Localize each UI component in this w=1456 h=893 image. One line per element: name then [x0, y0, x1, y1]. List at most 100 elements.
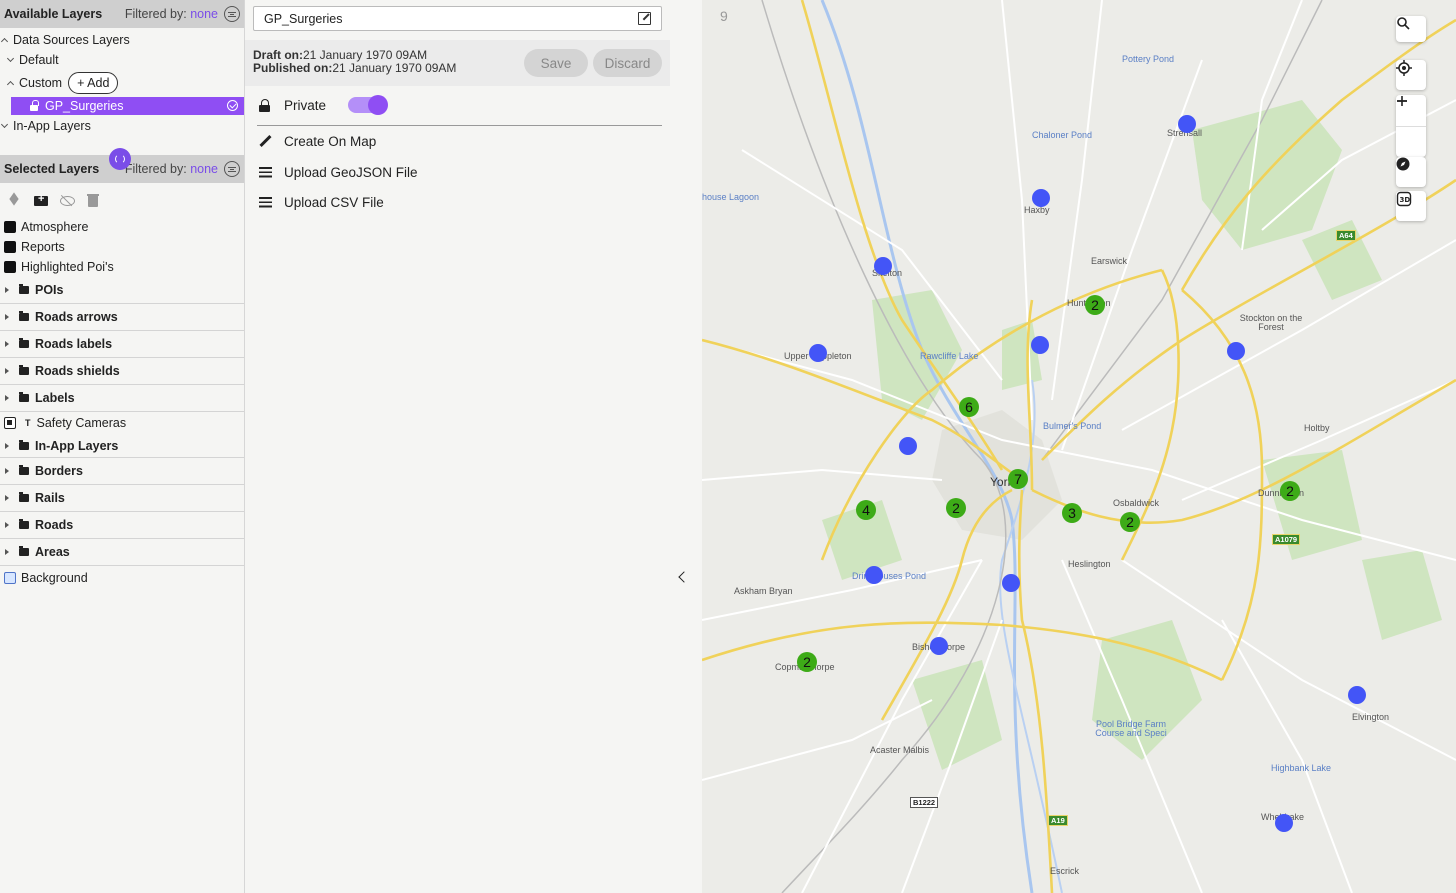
- layer-reports[interactable]: Reports: [0, 237, 244, 257]
- map-search-button[interactable]: [1396, 16, 1426, 42]
- map-cluster[interactable]: 2: [1280, 481, 1300, 501]
- private-toggle[interactable]: [348, 95, 389, 115]
- layer-gp-surgeries[interactable]: GP_Surgeries: [11, 97, 244, 115]
- layer-safety-cameras[interactable]: T Safety Cameras: [0, 412, 244, 434]
- folder-icon: [19, 492, 29, 502]
- compass-icon: [1396, 157, 1410, 171]
- svg-text:3D: 3D: [1400, 196, 1411, 204]
- group-in-app-layers[interactable]: In-App Layers: [0, 434, 244, 458]
- available-layers-filter: Filtered by: none: [125, 7, 218, 21]
- tree-custom[interactable]: Custom + Add: [0, 70, 244, 96]
- map-point[interactable]: [809, 344, 827, 362]
- discard-button[interactable]: Discard: [593, 49, 662, 77]
- group-roads-labels[interactable]: Roads labels: [0, 331, 244, 358]
- place-label: Askham Bryan: [734, 586, 793, 596]
- private-row: Private: [259, 94, 389, 116]
- action-label: Upload GeoJSON File: [284, 164, 418, 180]
- map-locate-button[interactable]: [1396, 60, 1426, 90]
- sync-button[interactable]: [109, 148, 131, 170]
- map-point[interactable]: [1348, 686, 1366, 704]
- upload-geojson-button[interactable]: Upload GeoJSON File: [259, 162, 418, 182]
- map-point[interactable]: [1178, 115, 1196, 133]
- trash-icon[interactable]: [86, 193, 100, 207]
- map-point[interactable]: [1032, 189, 1050, 207]
- layer-highlighted-pois[interactable]: Highlighted Poi's: [0, 257, 244, 277]
- folder-icon: [19, 392, 29, 402]
- chevron-up-icon: [6, 80, 15, 89]
- filter-label: Filtered by:: [124, 7, 187, 21]
- group-rails[interactable]: Rails: [0, 485, 244, 512]
- folder-icon: [19, 519, 29, 529]
- check-circle-icon[interactable]: [227, 100, 238, 111]
- caret-right-icon: [5, 368, 9, 374]
- layer-checkbox[interactable]: [4, 417, 16, 429]
- layer-background[interactable]: Background: [0, 566, 244, 590]
- map-cluster[interactable]: 2: [1120, 512, 1140, 532]
- group-borders[interactable]: Borders: [0, 458, 244, 485]
- group-labels[interactable]: Labels: [0, 385, 244, 412]
- selected-layers-filter: Filtered by: none: [125, 162, 218, 176]
- sync-icon: [115, 154, 125, 164]
- group-roads[interactable]: Roads: [0, 512, 244, 539]
- map-cluster[interactable]: 3: [1062, 503, 1082, 523]
- map-view[interactable]: Pottery Pond Chaloner Pond Strensall Hax…: [702, 0, 1456, 893]
- map-point[interactable]: [1002, 574, 1020, 592]
- map-3d-button[interactable]: 3D: [1396, 191, 1426, 221]
- map-cluster[interactable]: 7: [1008, 469, 1028, 489]
- add-folder-icon[interactable]: [34, 193, 48, 207]
- layer-checkbox[interactable]: [4, 572, 16, 584]
- filter-value[interactable]: none: [190, 162, 218, 176]
- edit-icon[interactable]: [638, 12, 651, 25]
- road-shield: A19: [1048, 815, 1068, 826]
- map-cluster[interactable]: 2: [1085, 295, 1105, 315]
- layer-label: Background: [21, 571, 88, 585]
- map-compass-button[interactable]: [1396, 157, 1426, 187]
- group-label: Roads: [35, 518, 74, 532]
- map-point[interactable]: [1031, 336, 1049, 354]
- hide-icon[interactable]: [60, 193, 75, 207]
- map-point[interactable]: [899, 437, 917, 455]
- layer-checkbox[interactable]: [4, 261, 16, 273]
- layer-checkbox[interactable]: [4, 221, 16, 233]
- place-label: Elvington: [1352, 712, 1390, 722]
- layer-checkbox[interactable]: [4, 241, 16, 253]
- layer-atmosphere[interactable]: Atmosphere: [0, 217, 244, 237]
- layer-label: Safety Cameras: [36, 416, 127, 430]
- layer-name-input[interactable]: GP_Surgeries: [253, 6, 662, 31]
- map-point[interactable]: [865, 566, 883, 584]
- upload-csv-button[interactable]: Upload CSV File: [259, 192, 384, 212]
- group-pois[interactable]: POIs: [0, 277, 244, 304]
- map-cluster[interactable]: 2: [797, 652, 817, 672]
- tree-in-app[interactable]: In-App Layers: [0, 116, 244, 136]
- filter-value[interactable]: none: [190, 7, 218, 21]
- map-point[interactable]: [1227, 342, 1245, 360]
- tree-label: In-App Layers: [13, 119, 91, 133]
- map-cluster[interactable]: 4: [856, 500, 876, 520]
- map-point[interactable]: [874, 257, 892, 275]
- group-roads-shields[interactable]: Roads shields: [0, 358, 244, 385]
- layers-icon[interactable]: [8, 193, 22, 207]
- add-layer-button[interactable]: + Add: [68, 72, 119, 94]
- map-point[interactable]: [930, 637, 948, 655]
- caret-right-icon: [5, 549, 9, 555]
- place-label: Holtby: [1304, 423, 1330, 433]
- layer-editor-panel: GP_Surgeries Draft on:21 January 1970 09…: [245, 0, 702, 893]
- group-label: Roads labels: [35, 337, 113, 351]
- layer-toolbar: [0, 183, 244, 217]
- map-cluster[interactable]: 6: [959, 397, 979, 417]
- caret-right-icon: [5, 395, 9, 401]
- save-button[interactable]: Save: [524, 49, 588, 77]
- create-on-map-button[interactable]: Create On Map: [259, 131, 376, 151]
- action-label: Create On Map: [284, 133, 377, 149]
- zoom-out-button[interactable]: [1396, 100, 1426, 157]
- tree-default[interactable]: Default: [0, 50, 244, 70]
- filter-icon[interactable]: [224, 161, 240, 177]
- place-label: Haxby: [1024, 205, 1050, 215]
- group-areas[interactable]: Areas: [0, 539, 244, 566]
- layer-name-value: GP_Surgeries: [264, 11, 343, 26]
- tree-data-sources[interactable]: Data Sources Layers: [0, 30, 244, 50]
- group-roads-arrows[interactable]: Roads arrows: [0, 304, 244, 331]
- filter-icon[interactable]: [224, 6, 240, 22]
- map-cluster[interactable]: 2: [946, 498, 966, 518]
- map-point[interactable]: [1275, 814, 1293, 832]
